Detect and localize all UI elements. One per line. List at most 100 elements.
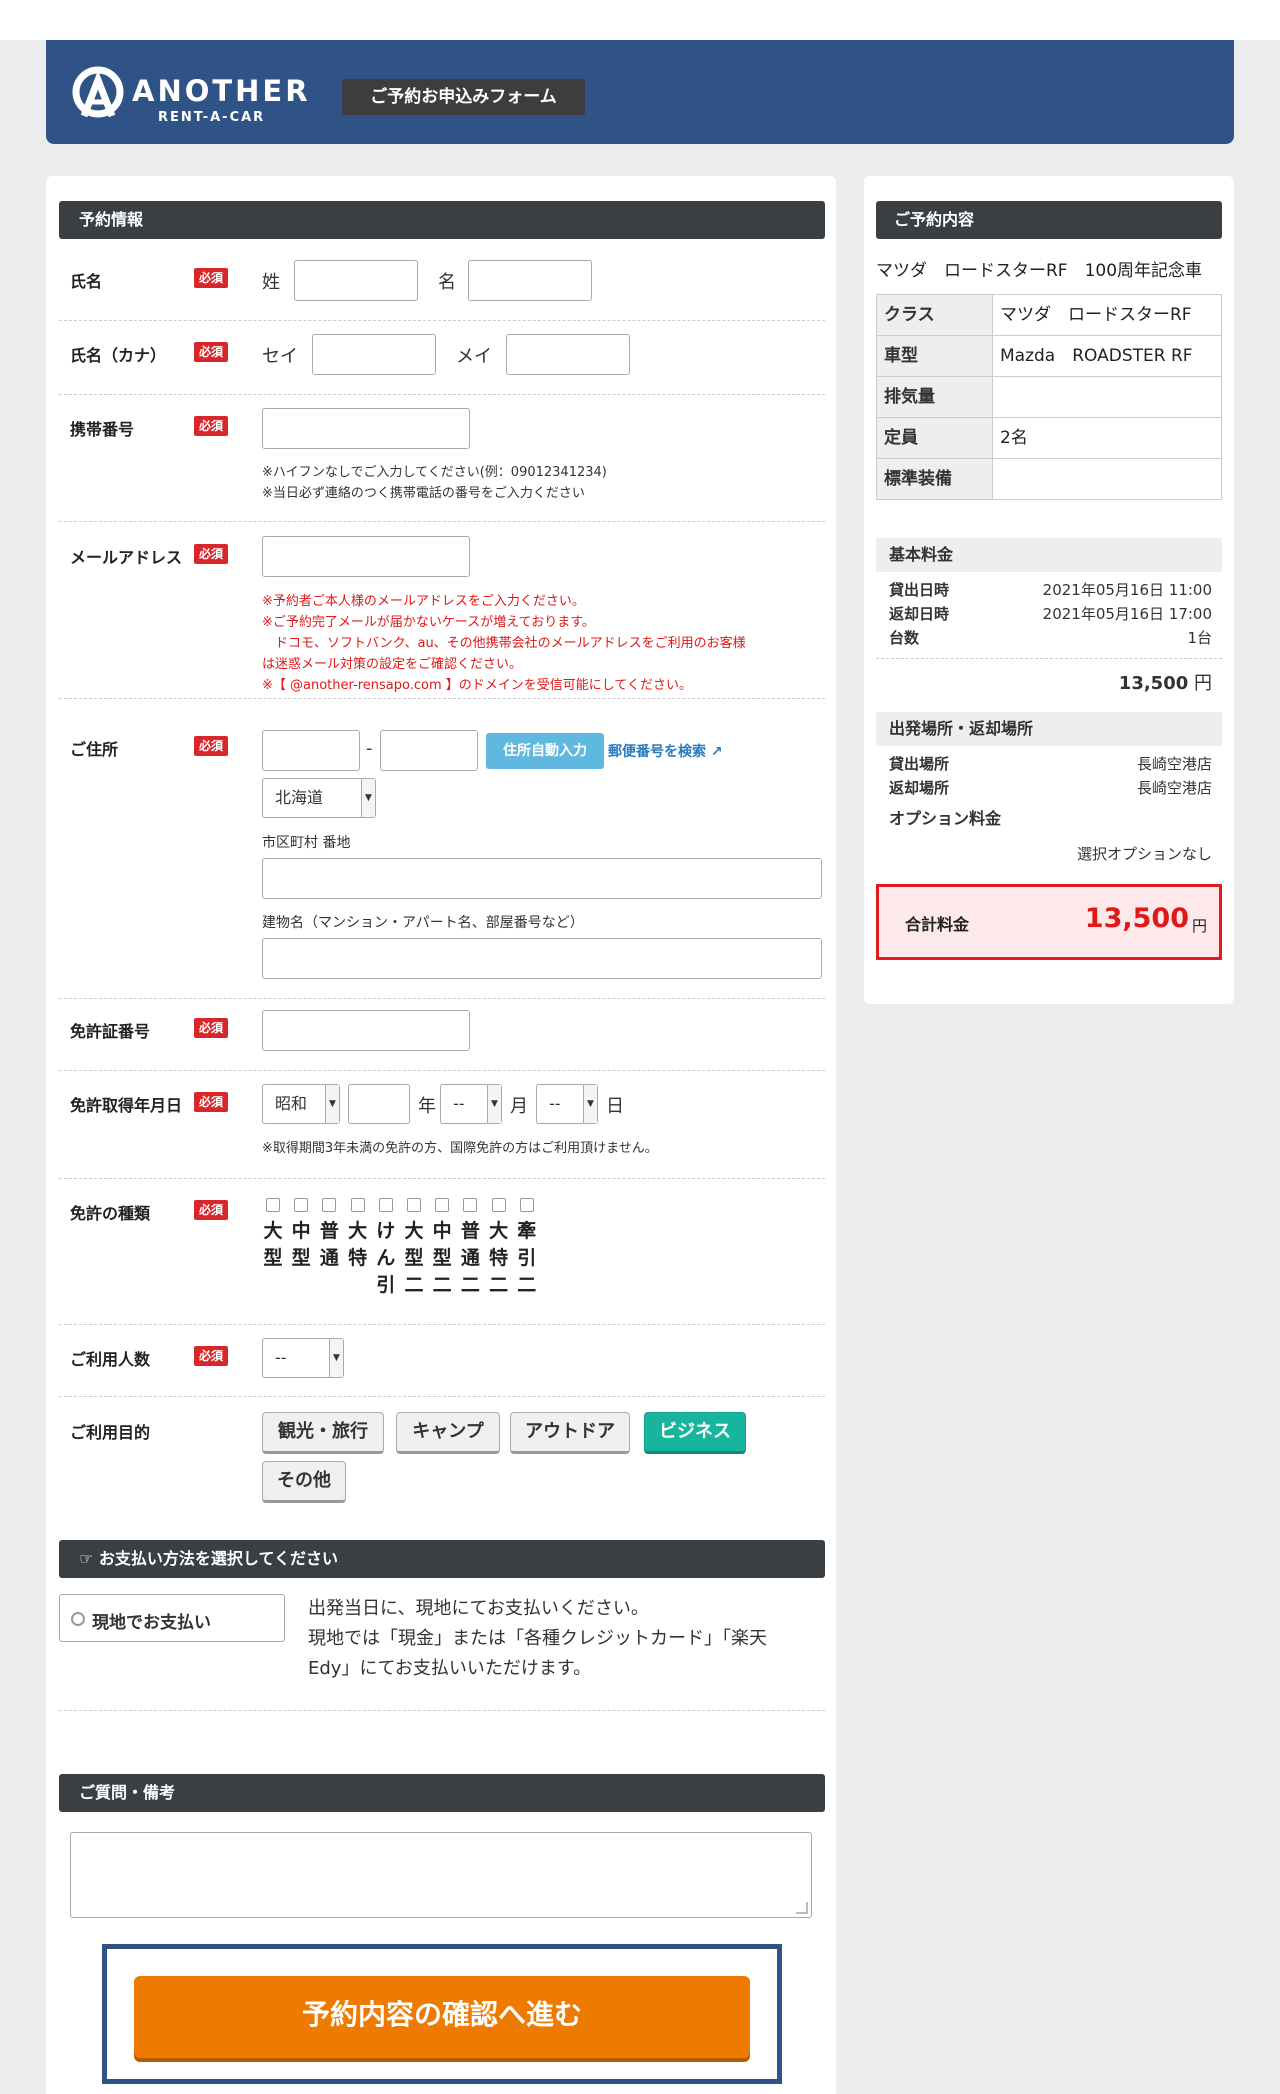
license-type-option[interactable]: 中型二: [431, 1198, 453, 1299]
name-label: 氏名: [70, 272, 103, 291]
pay-on-site-option[interactable]: 現地でお支払い: [59, 1594, 285, 1642]
first-name-prefix: 名: [438, 272, 456, 293]
license-type-option[interactable]: 牽引二: [516, 1198, 538, 1299]
day-unit: 日: [606, 1096, 624, 1117]
license-type-option[interactable]: けん引: [375, 1198, 397, 1299]
prefecture-select[interactable]: 北海道 ▼: [262, 778, 376, 818]
base-fee-header: 基本料金: [876, 538, 1222, 572]
purpose-outdoor-button[interactable]: アウトドア: [510, 1412, 630, 1454]
total-fee-amount: 13,500: [1084, 903, 1189, 934]
car-spec-table: クラス マツダ ロードスターRF 車型 Mazda ROADSTER RF 排気量 …: [876, 294, 1222, 500]
divider: [59, 320, 825, 321]
select-arrow-icon: ▼: [487, 1085, 501, 1123]
license-type-char: 特: [348, 1247, 368, 1269]
checkbox[interactable]: [294, 1198, 309, 1212]
questions-textarea[interactable]: [70, 1832, 812, 1918]
required-badge: 必須: [194, 736, 228, 756]
zip-search-link[interactable]: 郵便番号を検索 ↗: [608, 741, 723, 761]
first-name-input[interactable]: [468, 260, 592, 301]
mobile-label: 携帯番号: [70, 420, 135, 439]
license-type-char: 型: [263, 1247, 283, 1269]
return-datetime-row: 返却日時 2021年05月16日 17:00: [889, 605, 1212, 623]
confirm-reservation-button[interactable]: 予約内容の確認へ進む: [134, 1976, 750, 2058]
license-type-char: ん: [376, 1247, 396, 1269]
building-input[interactable]: [262, 938, 822, 979]
zip-second-input[interactable]: [380, 730, 478, 771]
license-type-char: 通: [319, 1247, 339, 1269]
site-header: ANOTHER RENT-A-CAR ご予約お申込みフォーム: [46, 40, 1234, 144]
license-type-char: 二: [517, 1274, 537, 1296]
month-select[interactable]: -- ▼: [440, 1084, 502, 1124]
people-select[interactable]: -- ▼: [262, 1338, 344, 1378]
license-type-option[interactable]: 大型二: [403, 1198, 425, 1299]
purpose-sightseeing-button[interactable]: 観光・旅行: [262, 1412, 384, 1454]
select-arrow-icon: ▼: [583, 1085, 597, 1123]
city-input[interactable]: [262, 858, 822, 899]
checkbox[interactable]: [350, 1198, 365, 1212]
places-header: 出発場所・返却場所: [876, 712, 1222, 746]
checkbox[interactable]: [322, 1198, 337, 1212]
license-type-char: 引: [517, 1247, 537, 1269]
address-label: ご住所: [70, 740, 119, 759]
license-type-option[interactable]: 中型: [290, 1198, 312, 1272]
purpose-camp-button[interactable]: キャンプ: [396, 1412, 500, 1454]
license-type-char: 牽: [517, 1220, 537, 1242]
divider: [876, 658, 1222, 659]
table-row: 排気量: [876, 376, 1222, 418]
purpose-business-button[interactable]: ビジネス: [644, 1412, 746, 1454]
checkbox[interactable]: [435, 1198, 450, 1212]
email-note: ※予約者ご本人様のメールアドレスをご入力ください。 ※ご予約完了メールが届かない…: [262, 594, 746, 693]
license-type-option[interactable]: 大特二: [488, 1198, 510, 1299]
license-type-char: 特: [489, 1247, 509, 1269]
table-row: 標準装備: [876, 458, 1222, 500]
license-type-char: 中: [432, 1220, 452, 1242]
license-type-option[interactable]: 大特: [347, 1198, 369, 1272]
checkbox[interactable]: [519, 1198, 534, 1212]
license-date-note: ※取得期間3年未満の免許の方、国際免許の方はご利用頂けません。: [262, 1141, 658, 1156]
license-type-char: 型: [404, 1247, 424, 1269]
last-name-input[interactable]: [294, 260, 418, 301]
mobile-input[interactable]: [262, 408, 470, 449]
license-type-char: 型: [432, 1247, 452, 1269]
address-auto-button[interactable]: 住所自動入力: [486, 733, 604, 769]
license-type-option[interactable]: 大型: [262, 1198, 284, 1272]
license-type-option[interactable]: 普通二: [459, 1198, 481, 1299]
required-badge: 必須: [194, 268, 228, 288]
license-type-option[interactable]: 普通: [318, 1198, 340, 1272]
checkbox[interactable]: [491, 1198, 506, 1212]
required-badge: 必須: [194, 1092, 228, 1112]
license-type-char: 二: [432, 1274, 452, 1296]
day-select[interactable]: -- ▼: [536, 1084, 598, 1124]
license-number-input[interactable]: [262, 1010, 470, 1051]
era-select[interactable]: 昭和 ▼: [262, 1084, 340, 1124]
divider: [59, 698, 825, 699]
first-kana-input[interactable]: [506, 334, 630, 375]
license-year-input[interactable]: [348, 1084, 410, 1124]
purpose-other-button[interactable]: その他: [262, 1461, 346, 1503]
license-type-char: 大: [263, 1220, 283, 1242]
last-kana-input[interactable]: [312, 334, 436, 375]
required-badge: 必須: [194, 416, 228, 436]
checkbox[interactable]: [266, 1198, 280, 1212]
divider: [59, 1178, 825, 1179]
total-fee-yen: 円: [1191, 917, 1207, 935]
resize-grip-icon[interactable]: [796, 1902, 808, 1914]
zip-first-input[interactable]: [262, 730, 360, 771]
checkbox[interactable]: [463, 1198, 478, 1212]
radio-icon: [71, 1612, 85, 1626]
email-input[interactable]: [262, 536, 470, 577]
kana-label: 氏名（カナ）: [70, 346, 167, 365]
email-label: メールアドレス: [70, 548, 183, 567]
checkbox[interactable]: [407, 1198, 421, 1212]
car-count-row: 台数 1台: [889, 629, 1212, 647]
divider: [59, 1710, 825, 1711]
purpose-label: ご利用目的: [70, 1423, 151, 1442]
brand-name: ANOTHER: [132, 74, 311, 108]
city-label: 市区町村 番地: [262, 835, 351, 851]
brand-logo-icon: [72, 66, 124, 118]
checkbox[interactable]: [378, 1198, 393, 1212]
year-unit: 年: [418, 1096, 436, 1117]
license-type-char: 大: [348, 1220, 368, 1242]
divider: [59, 521, 825, 522]
mobile-note: ※ハイフンなしでご入力してください(例：09012341234) ※当日必ず連絡…: [262, 465, 607, 501]
